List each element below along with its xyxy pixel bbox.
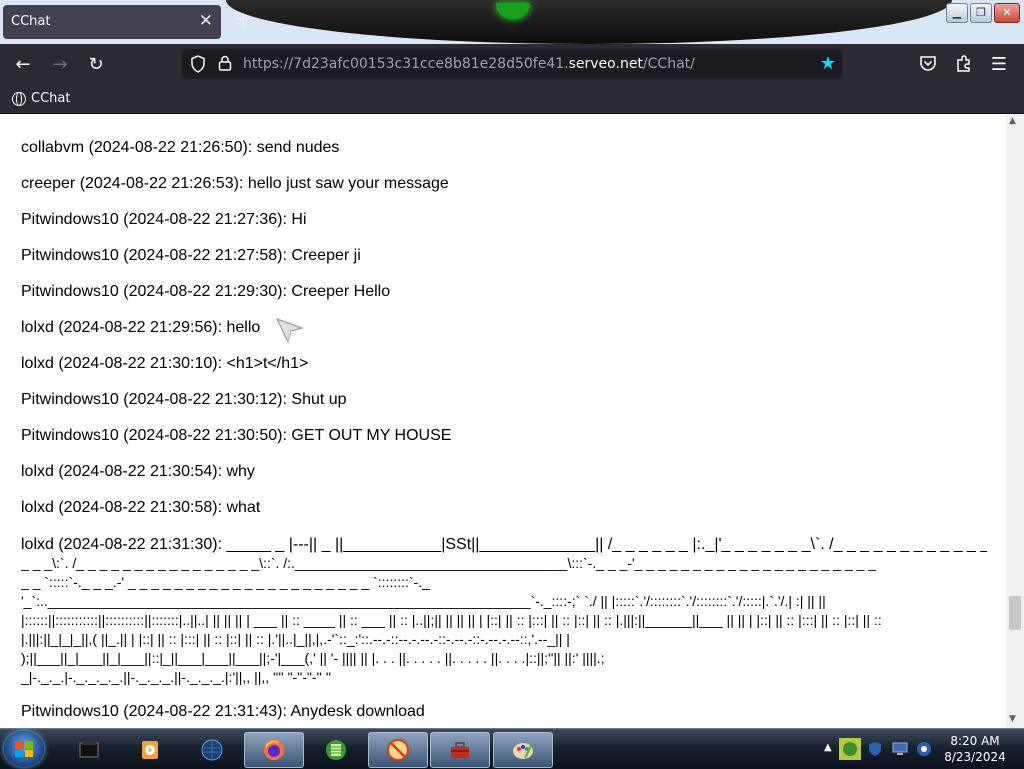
pocket-icon[interactable] <box>917 54 939 76</box>
restore-button[interactable]: ❐ <box>970 3 992 23</box>
start-button[interactable] <box>4 731 44 767</box>
bookmark-star-icon[interactable]: ★ <box>820 53 836 74</box>
network-globe-icon <box>201 739 223 761</box>
chat-message: Pitwindows10 (2024-08-22 21:27:58): Cree… <box>21 247 361 264</box>
bookmark-cchat[interactable]: CChat <box>12 91 70 106</box>
extensions-icon[interactable] <box>953 54 975 76</box>
network-status-icon[interactable] <box>892 742 908 756</box>
terminal-icon <box>79 741 99 758</box>
forward-button[interactable]: → <box>49 54 71 76</box>
scroll-up-arrow-icon[interactable]: ▲ <box>1009 116 1016 126</box>
scroll-down-arrow-icon[interactable]: ▼ <box>1009 714 1016 724</box>
chat-page: collabvm (2024-08-22 21:26:50): send nud… <box>10 114 1006 728</box>
chat-message: Pitwindows10 (2024-08-22 21:27:36): Hi <box>21 211 307 228</box>
chat-message: lolxd (2024-08-22 21:30:10): <h1>t</h1> <box>21 355 309 372</box>
chat-message: Pitwindows10 (2024-08-22 21:30:12): Shut… <box>21 391 347 408</box>
ascii-line: );||___||_|___||_|___||::|_||___|___||__… <box>21 650 605 666</box>
tray-app-icon[interactable] <box>838 737 862 761</box>
chat-message: Pitwindows10 (2024-08-22 21:30:50): GET … <box>21 427 452 444</box>
tray-shield-icon[interactable] <box>868 741 882 757</box>
paint-icon <box>513 743 533 759</box>
lock-icon[interactable] <box>216 54 234 72</box>
tracking-protection-icon[interactable] <box>190 55 206 77</box>
ascii-line: _ _ _\:`. /_ _ _ _ _ _ _ _ _ _ _ _ _ _ _… <box>21 555 877 571</box>
ascii-line: |.|||:||_|_|_||,( ||_.|| | |::| || :: |:… <box>21 631 570 647</box>
window-controls: ▁ ❐ ✕ <box>946 3 1020 23</box>
clock[interactable]: 8:20 AM 8/23/2024 <box>940 733 1010 765</box>
chat-message: creeper (2024-08-22 21:26:53): hello jus… <box>21 175 449 192</box>
ascii-art-message: lolxd (2024-08-22 21:31:30): _____ _ |--… <box>21 535 987 687</box>
tab-title: CChat <box>11 14 51 29</box>
taskbar-app-paint[interactable] <box>493 732 553 768</box>
taskbar: ▲ 8:20 AM 8/23/2024 <box>0 728 1024 769</box>
url-bar[interactable]: https://7d23afc00153c31cce8b81e28d50fe41… <box>182 49 842 79</box>
taskbar-app-media-player[interactable] <box>120 732 180 768</box>
bookmarks-toolbar: CChat <box>0 86 1024 114</box>
menu-icon[interactable]: ☰ <box>988 54 1010 76</box>
ascii-line: lolxd (2024-08-22 21:31:30): _____ _ |--… <box>21 536 987 553</box>
ascii-line: _ _ `:::::`-._ _ _.-' _ _ _ _ _ _ _ _ _ … <box>21 574 430 590</box>
chat-message-partial <box>21 114 987 121</box>
chat-message: lolxd (2024-08-22 21:29:56): hello <box>21 319 261 336</box>
url-text[interactable]: https://7d23afc00153c31cce8b81e28d50fe41… <box>243 56 695 72</box>
windows-logo-icon <box>15 741 33 757</box>
chat-message: collabvm (2024-08-22 21:26:50): send nud… <box>21 139 340 156</box>
close-window-button[interactable]: ✕ <box>994 3 1020 23</box>
show-hidden-icons-icon[interactable]: ▲ <box>824 742 832 753</box>
taskbar-app-terminal[interactable] <box>59 732 119 768</box>
reload-button[interactable]: ↻ <box>85 54 107 76</box>
tab-cchat[interactable]: CChat ✕ <box>3 5 221 39</box>
chat-message: lolxd (2024-08-22 21:30:54): why <box>21 463 255 480</box>
taskbar-app-network[interactable] <box>182 732 242 768</box>
new-tab-icon[interactable]: + <box>236 9 251 30</box>
window-frame-glass <box>226 0 952 44</box>
page-scrollbar[interactable]: ▲ ▼ <box>1006 114 1024 728</box>
no-virus-icon <box>387 739 409 761</box>
close-tab-icon[interactable]: ✕ <box>199 11 213 31</box>
volume-icon[interactable] <box>916 740 932 758</box>
mouse-pointer-icon <box>276 318 304 344</box>
film-icon <box>326 740 346 760</box>
ascii-line: _|-._._.|-._._._._.||-._._._.||-._._._.|… <box>21 669 332 685</box>
taskbar-app-toolbox[interactable] <box>430 732 490 768</box>
scrollbar-thumb[interactable] <box>1009 596 1021 630</box>
chat-message-list: collabvm (2024-08-22 21:26:50): send nud… <box>21 114 987 721</box>
taskbar-app-antivirus[interactable] <box>368 732 428 768</box>
taskbar-app-firefox[interactable] <box>244 732 304 768</box>
minimize-button[interactable]: ▁ <box>946 3 968 23</box>
firefox-icon <box>264 740 284 760</box>
back-button[interactable]: ← <box>12 54 34 76</box>
media-player-icon <box>142 741 158 759</box>
chat-message: lolxd (2024-08-22 21:30:58): what <box>21 499 261 516</box>
ascii-line: |::::::||:::::::::::||::::::::::||::::::… <box>21 612 882 628</box>
toolbox-icon <box>451 742 469 758</box>
taskbar-app-film[interactable] <box>306 732 366 768</box>
ascii-line: '_`:..__________________________________… <box>21 593 826 609</box>
tab-strip: CChat ✕ + ▁ ❐ ✕ <box>0 0 1024 44</box>
chat-message: Pitwindows10 (2024-08-22 21:29:30): Cree… <box>21 283 391 300</box>
chat-message: Pitwindows10 (2024-08-22 21:31:43): Anyd… <box>21 703 425 720</box>
clock-time: 8:20 AM <box>950 734 1000 748</box>
clock-date: 8/23/2024 <box>944 750 1006 764</box>
globe-icon <box>12 91 26 106</box>
bookmark-label: CChat <box>31 91 71 106</box>
